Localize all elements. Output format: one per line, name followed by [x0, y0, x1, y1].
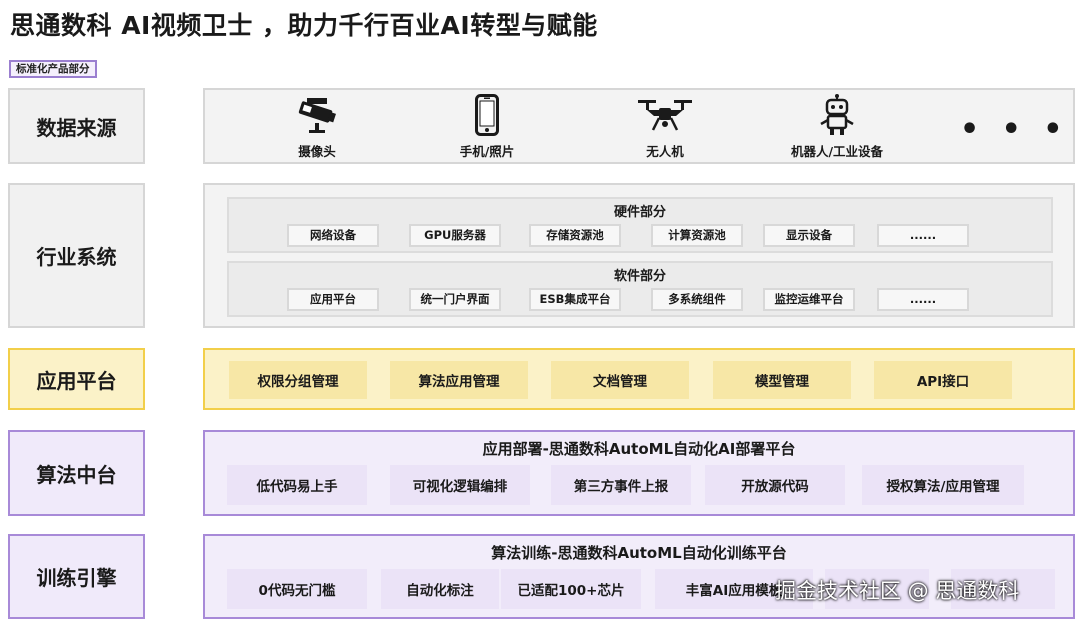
software-section: 软件部分 应用平台 统一门户界面 ESB集成平台 多系统组件 监控运维平台 ..… [227, 261, 1053, 317]
software-item: ESB集成平台 [529, 288, 621, 311]
watermark: 掘金技术社区 @ 思通数科 [775, 579, 1020, 603]
app-platform-item: 模型管理 [713, 361, 851, 399]
algo-panel: 应用部署-思通数科AutoML自动化AI部署平台 低代码易上手 可视化逻辑编排 … [203, 430, 1075, 516]
app-platform-item: 文档管理 [551, 361, 689, 399]
source-robot: 机器人/工业设备 [782, 90, 892, 162]
hardware-section: 硬件部分 网络设备 GPU服务器 存储资源池 计算资源池 显示设备 ...... [227, 197, 1053, 253]
industry-panel: 硬件部分 网络设备 GPU服务器 存储资源池 计算资源池 显示设备 ......… [203, 183, 1075, 328]
source-phone: 手机/照片 [447, 90, 527, 162]
train-item: 0代码无门槛 [227, 569, 367, 609]
algo-item: 授权算法/应用管理 [862, 465, 1024, 505]
source-label: 手机/照片 [459, 143, 515, 159]
source-camera: 摄像头 [287, 90, 347, 162]
robot-icon [817, 93, 857, 137]
app-platform-item: 权限分组管理 [229, 361, 367, 399]
layer-label-data-source: 数据来源 [8, 88, 145, 164]
standard-product-tag: 标准化产品部分 [9, 60, 97, 78]
app-platform-item: API接口 [874, 361, 1012, 399]
app-platform-panel: 权限分组管理 算法应用管理 文档管理 模型管理 API接口 [203, 348, 1075, 410]
software-item: 应用平台 [287, 288, 379, 311]
layer-label-train: 训练引擎 [8, 534, 145, 619]
hardware-item: ...... [877, 224, 969, 247]
source-label: 摄像头 [298, 143, 336, 159]
software-title: 软件部分 [613, 269, 666, 284]
algo-item: 开放源代码 [705, 465, 845, 505]
train-item: 自动化标注 [381, 569, 499, 609]
source-label: 机器人/工业设备 [790, 143, 884, 159]
hardware-item: 网络设备 [287, 224, 379, 247]
data-source-panel: 摄像头 手机/照片 无人机 机器人/工业设备 • • • [203, 88, 1075, 164]
algo-item: 可视化逻辑编排 [390, 465, 530, 505]
more-dots: • • • [960, 112, 1069, 147]
page-title: 思通数科 AI视频卫士 ，助力千行百业AI转型与赋能 [10, 11, 598, 40]
train-item: 已适配100+芯片 [501, 569, 641, 609]
algo-item: 低代码易上手 [227, 465, 367, 505]
hardware-item: 计算资源池 [651, 224, 743, 247]
hardware-item: 存储资源池 [529, 224, 621, 247]
drone-icon [636, 93, 694, 137]
software-item: 监控运维平台 [763, 288, 855, 311]
camera-icon [293, 93, 341, 137]
software-item: ...... [877, 288, 969, 311]
hardware-title: 硬件部分 [613, 205, 666, 220]
software-item: 统一门户界面 [409, 288, 501, 311]
algo-item: 第三方事件上报 [551, 465, 691, 505]
app-platform-item: 算法应用管理 [390, 361, 528, 399]
hardware-item: GPU服务器 [409, 224, 501, 247]
software-item: 多系统组件 [651, 288, 743, 311]
layer-label-algo: 算法中台 [8, 430, 145, 516]
algo-title: 应用部署-思通数科AutoML自动化AI部署平台 [482, 440, 796, 458]
train-title: 算法训练-思通数科AutoML自动化训练平台 [491, 544, 787, 562]
source-drone: 无人机 [630, 90, 700, 162]
hardware-item: 显示设备 [763, 224, 855, 247]
layer-label-industry: 行业系统 [8, 183, 145, 328]
layer-label-app-platform: 应用平台 [8, 348, 145, 410]
source-label: 无人机 [646, 143, 684, 159]
phone-icon [475, 93, 499, 137]
